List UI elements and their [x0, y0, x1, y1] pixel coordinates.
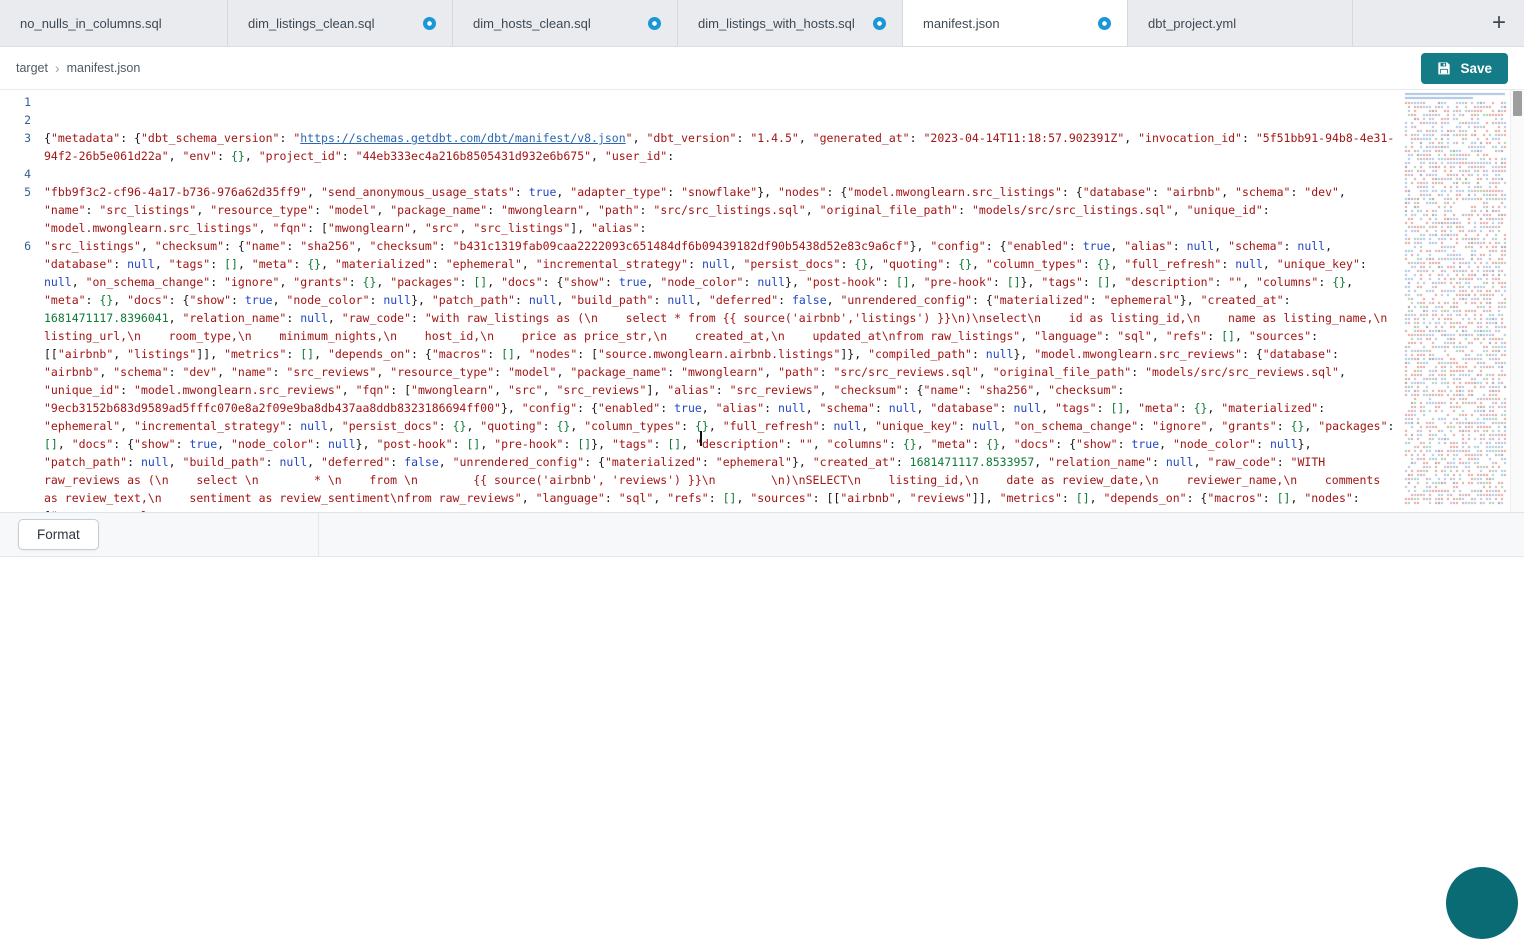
pane-divider: [318, 513, 319, 556]
format-button[interactable]: Format: [18, 519, 99, 550]
tab-label: no_nulls_in_columns.sql: [20, 16, 162, 31]
new-tab-button[interactable]: +: [1486, 9, 1512, 37]
breadcrumb-file: manifest.json: [67, 61, 141, 75]
code-line: 4: [0, 165, 1403, 183]
code-line: 3{"metadata": {"dbt_schema_version": "ht…: [0, 129, 1403, 165]
code-text[interactable]: [44, 111, 1403, 129]
unsaved-changes-dot-icon: [423, 17, 436, 30]
tab-bar: no_nulls_in_columns.sql dim_listings_clea…: [0, 0, 1524, 47]
text-caret: [700, 431, 702, 446]
tab-label: dim_hosts_clean.sql: [473, 16, 591, 31]
line-number: 1: [0, 93, 44, 111]
unsaved-changes-dot-icon: [1098, 17, 1111, 30]
breadcrumb-separator-icon: ›: [55, 60, 60, 76]
tab-dim_hosts_clean.sql[interactable]: dim_hosts_clean.sql: [453, 0, 678, 46]
code-text[interactable]: [44, 93, 1403, 111]
code-text[interactable]: "src_listings", "checksum": {"name": "sh…: [44, 237, 1403, 512]
tab-manifest.json[interactable]: manifest.json: [903, 0, 1128, 46]
line-number: 3: [0, 129, 44, 165]
editor-scrollbar[interactable]: [1510, 90, 1524, 512]
scrollbar-thumb[interactable]: [1513, 91, 1522, 116]
line-number: 6: [0, 237, 44, 512]
code-line: 2: [0, 111, 1403, 129]
tab-dbt_project.yml[interactable]: dbt_project.yml: [1128, 0, 1353, 46]
code-area[interactable]: 1 2 3{"metadata": {"dbt_schema_version":…: [0, 90, 1403, 512]
editor-minimap[interactable]: [1403, 90, 1510, 512]
unsaved-changes-dot-icon: [648, 17, 661, 30]
save-button-label: Save: [1460, 61, 1492, 76]
tab-dim_listings_clean.sql[interactable]: dim_listings_clean.sql: [228, 0, 453, 46]
tab-label: dim_listings_clean.sql: [248, 16, 374, 31]
unsaved-changes-dot-icon: [873, 17, 886, 30]
tab-dim_listings_with_hosts.sql[interactable]: dim_listings_with_hosts.sql: [678, 0, 903, 46]
breadcrumb-folder: target: [16, 61, 48, 75]
floppy-disk-icon: [1437, 61, 1451, 75]
code-editor: 1 2 3{"metadata": {"dbt_schema_version":…: [0, 90, 1524, 512]
breadcrumb-bar: target › manifest.json Save: [0, 47, 1524, 90]
code-line: 5"fbb9f3c2-cf96-4a17-b736-976a62d35ff9",…: [0, 183, 1403, 237]
code-text[interactable]: "fbb9f3c2-cf96-4a17-b736-976a62d35ff9", …: [44, 183, 1403, 237]
code-text[interactable]: {"metadata": {"dbt_schema_version": "htt…: [44, 129, 1403, 165]
tab-label: dim_listings_with_hosts.sql: [698, 16, 855, 31]
results-panel: [0, 557, 1524, 873]
code-line: 1: [0, 93, 1403, 111]
format-bar: Format: [0, 512, 1524, 557]
line-number: 2: [0, 111, 44, 129]
line-number: 5: [0, 183, 44, 237]
line-number: 4: [0, 165, 44, 183]
tab-label: dbt_project.yml: [1148, 16, 1236, 31]
save-button[interactable]: Save: [1421, 53, 1508, 84]
tab-no_nulls_in_columns.sql[interactable]: no_nulls_in_columns.sql: [0, 0, 228, 46]
help-bubble-button[interactable]: [1446, 867, 1518, 939]
tab-label: manifest.json: [923, 16, 1000, 31]
code-line: 6"src_listings", "checksum": {"name": "s…: [0, 237, 1403, 512]
code-text[interactable]: [44, 165, 1403, 183]
tab-bar-spacer: +: [1353, 0, 1524, 46]
